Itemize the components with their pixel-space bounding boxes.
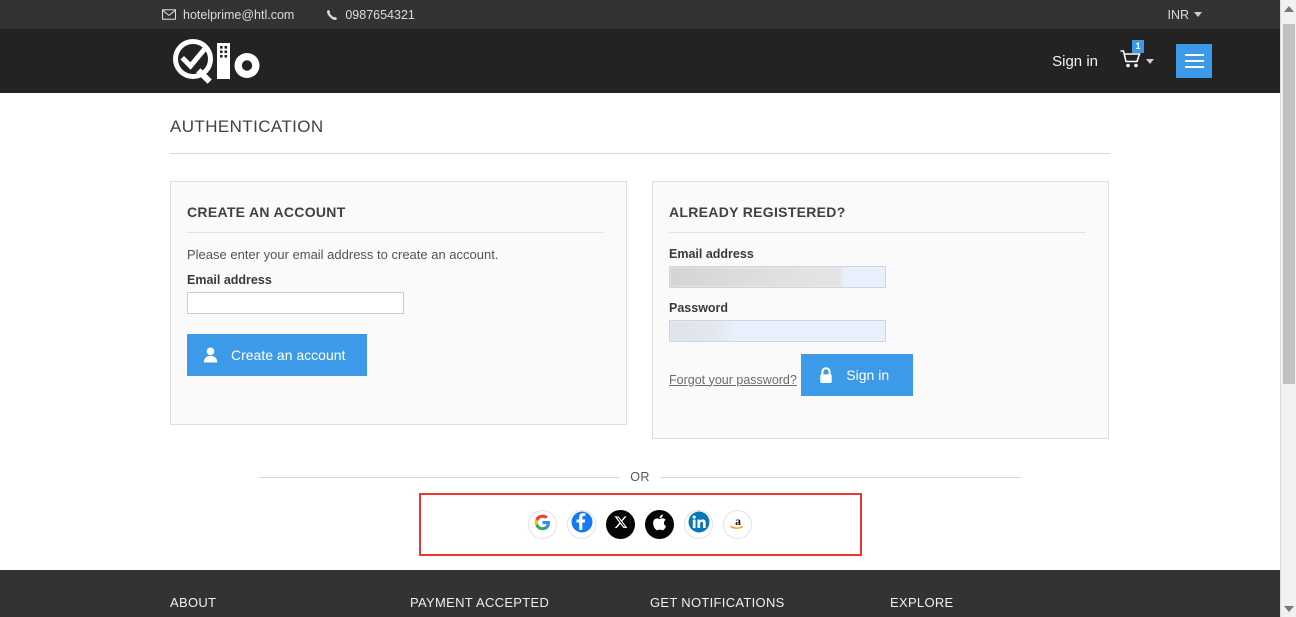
chevron-up-icon bbox=[1284, 5, 1294, 12]
site-footer: ABOUT PAYMENT ACCEPTED GET NOTIFICATIONS… bbox=[0, 570, 1280, 617]
google-icon bbox=[534, 514, 551, 536]
user-icon bbox=[203, 347, 218, 363]
top-contact-bar: hotelprime@htl.com 0987654321 INR bbox=[0, 0, 1280, 29]
envelope-icon bbox=[162, 9, 176, 20]
create-email-input[interactable] bbox=[187, 292, 404, 314]
login-email-input[interactable] bbox=[669, 266, 886, 288]
footer-column-payment-accepted[interactable]: PAYMENT ACCEPTED bbox=[410, 595, 650, 610]
page-title: AUTHENTICATION bbox=[170, 117, 324, 136]
currency-selector[interactable]: INR bbox=[1167, 8, 1202, 22]
hamburger-line-2 bbox=[1184, 60, 1204, 62]
qlo-logo-icon bbox=[173, 39, 260, 84]
forgot-password-link[interactable]: Forgot your password? bbox=[669, 373, 797, 387]
site-header: Sign in 1 bbox=[0, 29, 1280, 93]
create-account-divider bbox=[187, 232, 604, 233]
hamburger-line-3 bbox=[1184, 66, 1204, 68]
login-divider bbox=[669, 232, 1086, 233]
login-email-redacted-value bbox=[670, 267, 842, 287]
site-logo[interactable] bbox=[170, 38, 270, 84]
hamburger-menu-button[interactable] bbox=[1176, 44, 1212, 78]
phone-icon bbox=[326, 9, 338, 21]
social-login-facebook[interactable] bbox=[567, 510, 596, 539]
cart-count-badge: 1 bbox=[1132, 39, 1144, 53]
login-title: ALREADY REGISTERED? bbox=[669, 204, 846, 220]
scrollbar-thumb[interactable] bbox=[1283, 24, 1295, 384]
social-login-amazon[interactable]: a bbox=[723, 510, 752, 539]
social-login-x[interactable] bbox=[606, 510, 635, 539]
cart-button[interactable]: 1 bbox=[1120, 39, 1154, 74]
caret-down-icon bbox=[1194, 12, 1202, 17]
create-account-button[interactable]: Create an account bbox=[187, 334, 368, 376]
svg-text:a: a bbox=[735, 515, 741, 528]
chevron-down-icon bbox=[1284, 605, 1294, 612]
or-label: OR bbox=[619, 470, 661, 484]
contact-phone[interactable]: 0987654321 bbox=[326, 8, 415, 22]
hamburger-menu-icon bbox=[1184, 54, 1204, 56]
title-divider bbox=[170, 153, 1110, 154]
linkedin-icon bbox=[688, 511, 710, 538]
create-account-title: CREATE AN ACCOUNT bbox=[187, 204, 346, 220]
signin-button[interactable]: Sign in bbox=[801, 354, 914, 396]
signin-button-label: Sign in bbox=[846, 367, 890, 383]
contact-email[interactable]: hotelprime@htl.com bbox=[162, 8, 294, 22]
login-card: ALREADY REGISTERED? Email address Passwo… bbox=[652, 181, 1109, 439]
create-account-description: Please enter your email address to creat… bbox=[187, 247, 499, 262]
social-login-box: a bbox=[418, 493, 862, 556]
footer-column-about[interactable]: ABOUT bbox=[170, 595, 410, 610]
auth-cards: CREATE AN ACCOUNT Please enter your emai… bbox=[170, 181, 1110, 439]
facebook-icon bbox=[571, 511, 593, 538]
lock-icon bbox=[819, 366, 833, 384]
create-account-button-label: Create an account bbox=[231, 347, 346, 363]
social-login-apple[interactable] bbox=[645, 510, 674, 539]
login-password-redacted-value bbox=[670, 321, 736, 341]
or-divider: OR bbox=[259, 468, 1021, 486]
header-signin-link[interactable]: Sign in bbox=[1052, 53, 1098, 70]
footer-column-get-notifications[interactable]: GET NOTIFICATIONS bbox=[650, 595, 890, 610]
create-account-card: CREATE AN ACCOUNT Please enter your emai… bbox=[170, 181, 627, 425]
footer-column-explore[interactable]: EXPLORE bbox=[890, 595, 1110, 610]
main-content: AUTHENTICATION CREATE AN ACCOUNT Please … bbox=[170, 93, 1110, 556]
create-email-label: Email address bbox=[187, 273, 272, 287]
social-login-linkedin[interactable] bbox=[684, 510, 713, 539]
amazon-icon: a bbox=[728, 512, 748, 537]
scrollbar-up-arrow[interactable] bbox=[1281, 0, 1296, 17]
social-login-google[interactable] bbox=[528, 510, 557, 539]
scrollbar-down-arrow[interactable] bbox=[1281, 600, 1296, 617]
apple-icon bbox=[652, 513, 667, 536]
contact-email-text: hotelprime@htl.com bbox=[183, 7, 295, 22]
page-scrollbar[interactable] bbox=[1280, 0, 1296, 617]
login-password-input[interactable] bbox=[669, 320, 886, 342]
page-content: hotelprime@htl.com 0987654321 INR Sign i… bbox=[0, 0, 1280, 617]
browser-viewport: hotelprime@htl.com 0987654321 INR Sign i… bbox=[0, 0, 1296, 617]
cart-caret-down-icon bbox=[1146, 58, 1154, 64]
login-email-label: Email address bbox=[669, 247, 754, 261]
contact-phone-text: 0987654321 bbox=[345, 7, 415, 22]
currency-label: INR bbox=[1167, 7, 1189, 22]
x-twitter-icon bbox=[614, 515, 628, 534]
login-password-label: Password bbox=[669, 301, 729, 315]
